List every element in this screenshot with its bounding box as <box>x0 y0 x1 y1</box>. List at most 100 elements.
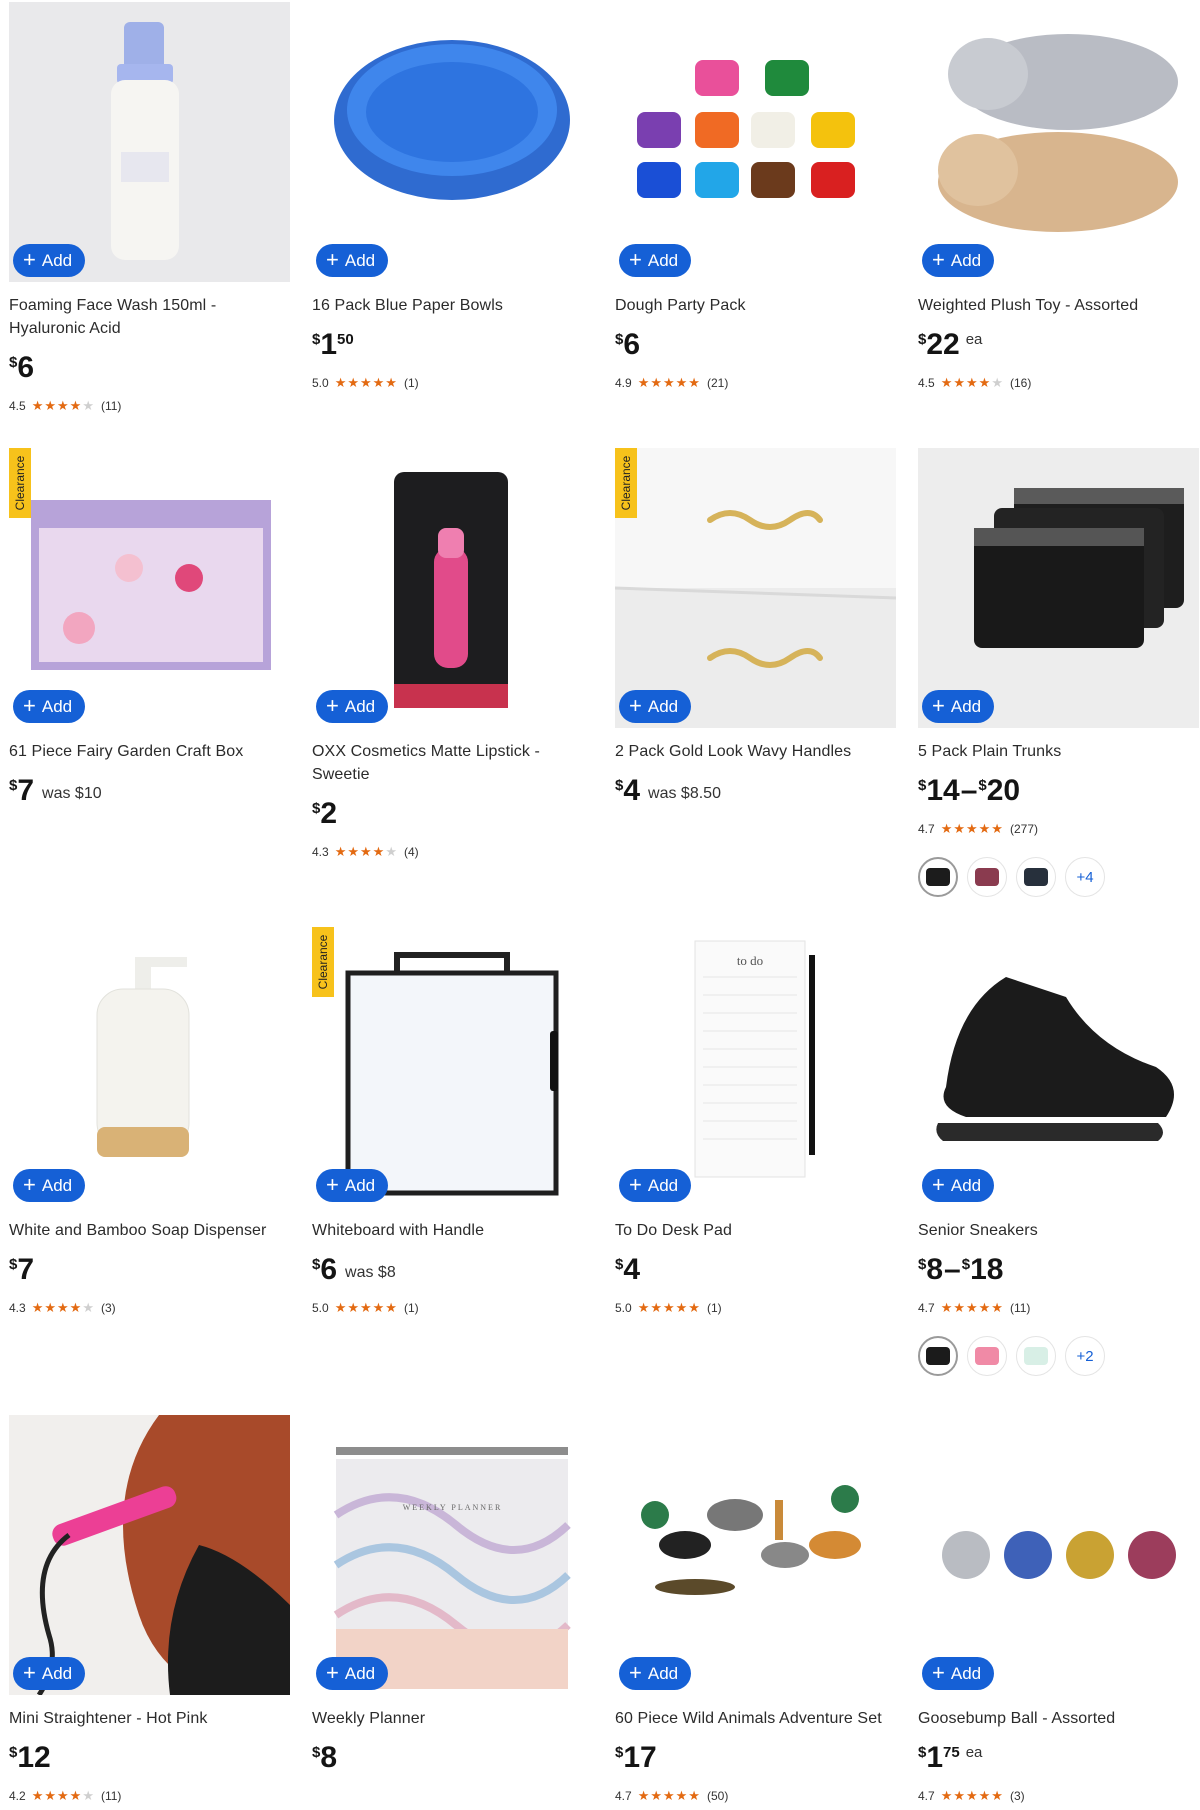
product-rating: 4.3 ★★★★★ (4) <box>312 844 419 859</box>
product-card[interactable]: to do + Add To Do Desk Pad $4 5.0 ★★★★★ (… <box>615 927 896 1316</box>
swatch-option[interactable] <box>918 857 958 897</box>
product-image[interactable]: to do + Add <box>615 927 896 1207</box>
product-card[interactable]: WEEKLY PLANNER + Add Weekly Planner $8 <box>312 1415 593 1774</box>
product-image[interactable]: + Add <box>9 2 290 282</box>
plus-icon: + <box>326 246 339 272</box>
product-price: $6 <box>9 351 35 384</box>
plus-icon: + <box>932 692 945 718</box>
product-image[interactable]: + Add <box>918 2 1199 282</box>
swatch-option[interactable] <box>1016 1336 1056 1376</box>
product-price: $2 <box>312 797 338 830</box>
clearance-badge: Clearance <box>9 448 31 518</box>
add-to-cart-button[interactable]: + Add <box>619 1657 692 1690</box>
product-price: $1 75 ea <box>918 1741 983 1774</box>
more-swatches-button[interactable]: +2 <box>1065 1336 1105 1376</box>
product-title[interactable]: 60 Piece Wild Animals Adventure Set <box>615 1707 896 1730</box>
add-to-cart-button[interactable]: + Add <box>13 1169 86 1202</box>
product-title[interactable]: 2 Pack Gold Look Wavy Handles <box>615 740 896 763</box>
product-card[interactable]: + Add Goosebump Ball - Assorted $1 75 ea 4.… <box>918 1415 1199 1804</box>
swatch-option[interactable] <box>967 1336 1007 1376</box>
add-to-cart-button[interactable]: + Add <box>922 690 995 723</box>
plus-icon: + <box>23 1659 36 1685</box>
product-title[interactable]: Foaming Face Wash 150ml - Hyaluronic Aci… <box>9 294 290 340</box>
product-card[interactable]: + Add Senior Sneakers $8– $18 4.7 ★★★★★ (1… <box>918 927 1199 1376</box>
product-card[interactable]: + Add Dough Party Pack $6 4.9 ★★★★★ (21) <box>615 2 896 391</box>
planner-label: WEEKLY PLANNER <box>402 1503 503 1512</box>
product-title[interactable]: Whiteboard with Handle <box>312 1219 593 1242</box>
star-icon: ★★★★★ <box>940 1300 1004 1315</box>
product-card[interactable]: Clearance + Add Whiteboard with Handle $6… <box>312 927 593 1316</box>
product-card[interactable]: + Add 16 Pack Blue Paper Bowls $1 50 5.0 ★… <box>312 2 593 391</box>
product-rating: 4.5 ★★★★★ (11) <box>9 398 122 413</box>
product-title[interactable]: 16 Pack Blue Paper Bowls <box>312 294 593 317</box>
product-image[interactable]: + Add <box>615 2 896 282</box>
star-icon: ★★★★★ <box>31 1788 95 1803</box>
add-to-cart-button[interactable]: + Add <box>316 690 389 723</box>
add-to-cart-button[interactable]: + Add <box>316 1169 389 1202</box>
product-price: $8– $18 <box>918 1253 1004 1286</box>
product-image[interactable]: + Add <box>918 1415 1199 1695</box>
product-title[interactable]: Goosebump Ball - Assorted <box>918 1707 1199 1730</box>
product-card[interactable]: + Add 60 Piece Wild Animals Adventure Set… <box>615 1415 896 1804</box>
swatch-option[interactable] <box>1016 857 1056 897</box>
add-to-cart-button[interactable]: + Add <box>619 690 692 723</box>
product-title[interactable]: 5 Pack Plain Trunks <box>918 740 1199 763</box>
add-to-cart-button[interactable]: + Add <box>619 1169 692 1202</box>
add-to-cart-button[interactable]: + Add <box>922 244 995 277</box>
more-swatches-button[interactable]: +4 <box>1065 857 1105 897</box>
lipstick-icon <box>394 472 508 708</box>
add-to-cart-button[interactable]: + Add <box>13 1657 86 1690</box>
add-to-cart-button[interactable]: + Add <box>922 1657 995 1690</box>
product-card[interactable]: + Add 5 Pack Plain Trunks $14– $20 4.7 ★★★… <box>918 448 1199 897</box>
product-image[interactable]: + Add <box>615 1415 896 1695</box>
product-card[interactable]: + Add OXX Cosmetics Matte Lipstick - Swee… <box>312 448 593 860</box>
product-card[interactable]: + Add Weighted Plush Toy - Assorted $22 ea… <box>918 2 1199 391</box>
product-image[interactable]: Clearance + Add <box>615 448 896 728</box>
plus-icon: + <box>23 692 36 718</box>
product-image[interactable]: + Add <box>9 1415 290 1695</box>
product-image[interactable]: Clearance + Add <box>9 448 290 728</box>
pad-label: to do <box>736 953 764 968</box>
product-title[interactable]: 61 Piece Fairy Garden Craft Box <box>9 740 290 763</box>
product-image[interactable]: + Add <box>918 927 1199 1207</box>
add-to-cart-button[interactable]: + Add <box>922 1169 995 1202</box>
product-price: $7 was $10 <box>9 774 102 807</box>
product-card[interactable]: + Add Foaming Face Wash 150ml - Hyaluroni… <box>9 2 290 414</box>
product-title[interactable]: Weighted Plush Toy - Assorted <box>918 294 1199 317</box>
product-title[interactable]: Mini Straightener - Hot Pink <box>9 1707 290 1730</box>
face-wash-bottle-icon <box>9 2 290 282</box>
swatch-option[interactable] <box>918 1336 958 1376</box>
add-to-cart-button[interactable]: + Add <box>619 244 692 277</box>
add-to-cart-button[interactable]: + Add <box>316 244 389 277</box>
product-title[interactable]: OXX Cosmetics Matte Lipstick - Sweetie <box>312 740 593 786</box>
color-swatches: +2 <box>918 1336 1199 1376</box>
product-title[interactable]: Weekly Planner <box>312 1707 593 1730</box>
add-to-cart-button[interactable]: + Add <box>13 690 86 723</box>
product-title[interactable]: Senior Sneakers <box>918 1219 1199 1242</box>
product-title[interactable]: Dough Party Pack <box>615 294 896 317</box>
product-rating: 4.7 ★★★★★ (11) <box>918 1300 1031 1315</box>
trunks-icon <box>918 448 1199 728</box>
product-image[interactable]: + Add <box>312 448 593 728</box>
product-card[interactable]: Clearance + Add 2 Pack Gold Look Wavy Han… <box>615 448 896 807</box>
product-image[interactable]: + Add <box>9 927 290 1207</box>
product-image[interactable]: + Add <box>312 2 593 282</box>
add-to-cart-button[interactable]: + Add <box>316 1657 389 1690</box>
goosebump-balls-icon <box>942 1531 1176 1579</box>
add-to-cart-button[interactable]: + Add <box>13 244 86 277</box>
soap-dispenser-icon <box>96 957 190 1157</box>
swatch-option[interactable] <box>967 857 1007 897</box>
product-image[interactable]: Clearance + Add <box>312 927 593 1207</box>
product-price: $4 was $8.50 <box>615 774 721 807</box>
star-icon: ★★★★★ <box>334 375 398 390</box>
gold-handles-icon <box>615 448 896 728</box>
product-title[interactable]: White and Bamboo Soap Dispenser <box>9 1219 290 1242</box>
product-card[interactable]: + Add Mini Straightener - Hot Pink $12 4.… <box>9 1415 290 1804</box>
product-image[interactable]: + Add <box>918 448 1199 728</box>
product-card[interactable]: Clearance + Add 61 Piece Fairy Garden Cra… <box>9 448 290 807</box>
product-title[interactable]: To Do Desk Pad <box>615 1219 896 1242</box>
straightener-icon <box>9 1415 290 1695</box>
product-price: $12 <box>9 1741 51 1774</box>
product-image[interactable]: WEEKLY PLANNER + Add <box>312 1415 593 1695</box>
product-card[interactable]: + Add White and Bamboo Soap Dispenser $7 … <box>9 927 290 1316</box>
